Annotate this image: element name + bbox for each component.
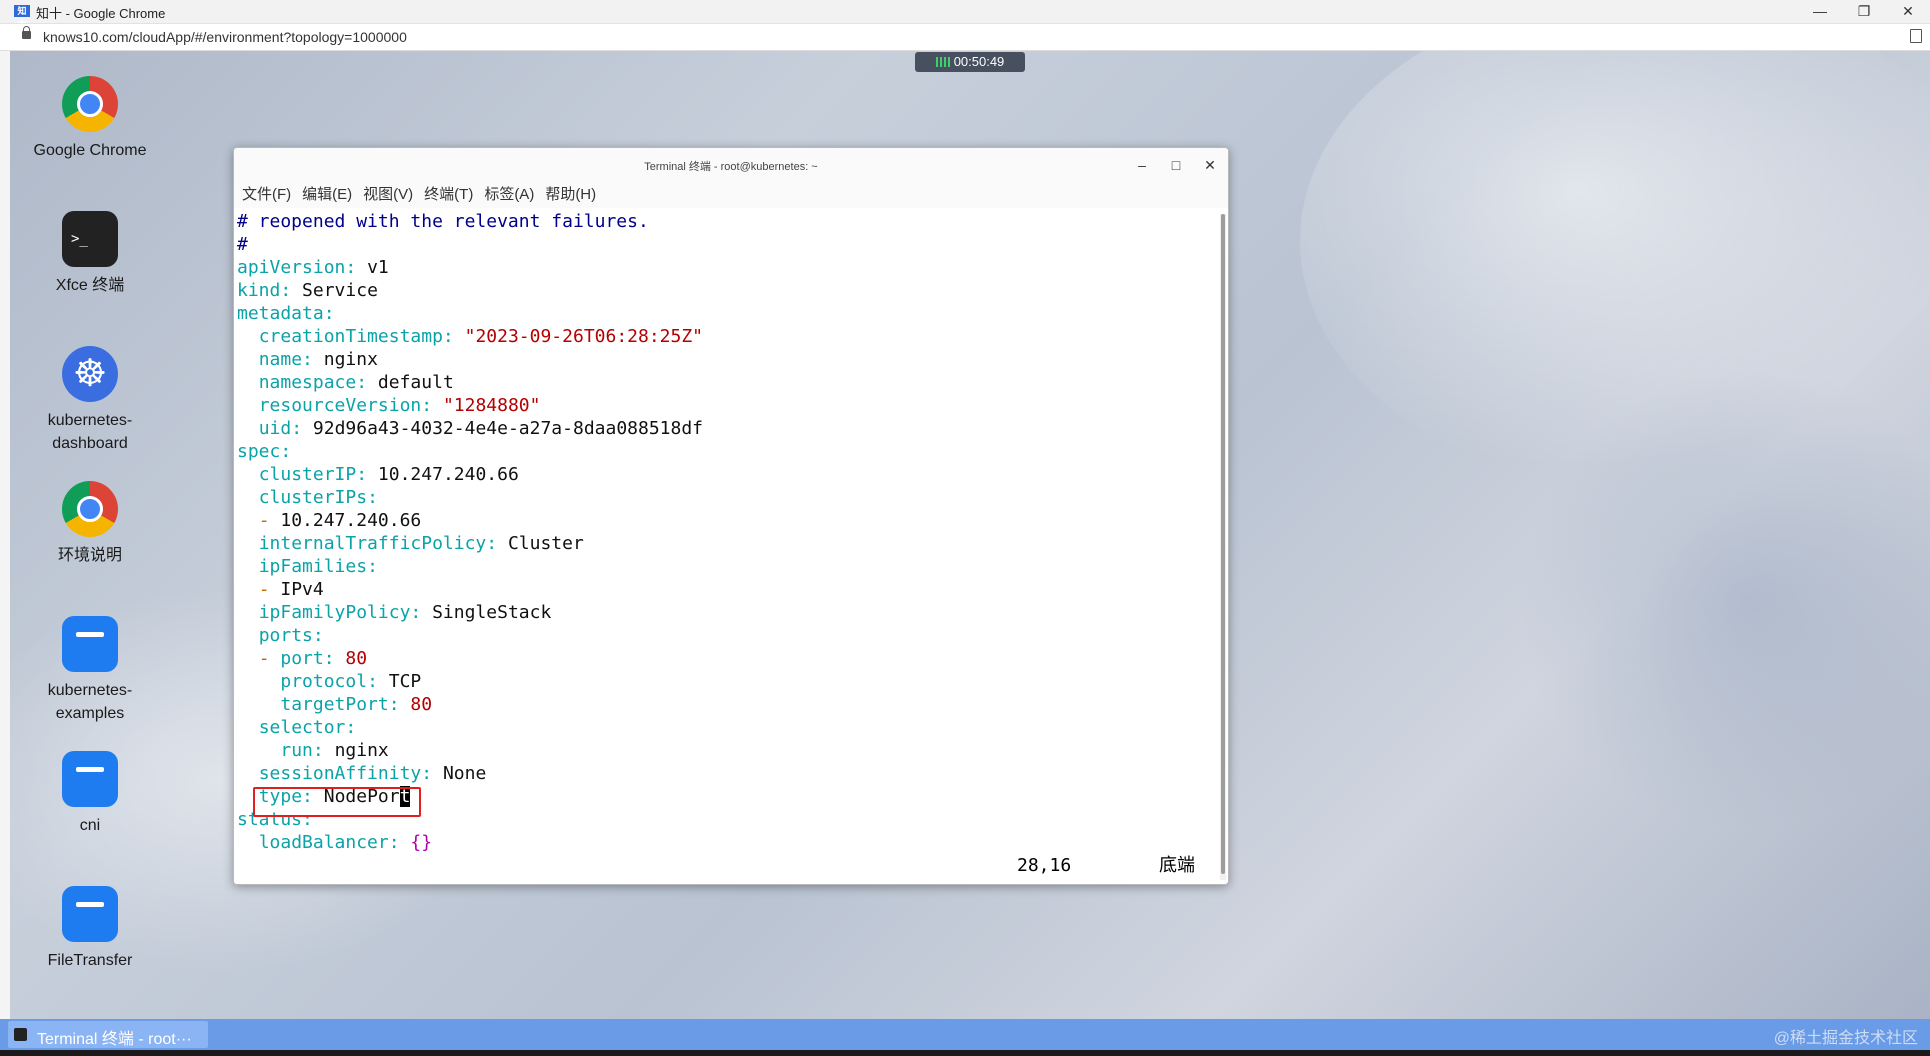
watermark: @稀土掘金技术社区 [1773,1030,1918,1047]
url-text[interactable]: knows10.com/cloudApp/#/environment?topol… [43,29,407,45]
close-icon[interactable]: ✕ [1886,0,1930,22]
code-line: loadBalancer: {} [258,832,433,853]
code-line: namespace: default [258,372,454,393]
taskbar: Terminal 终端 - root··· @稀土掘金技术社区 [0,1019,1930,1050]
desktop-icon-label: Google Chrome [33,142,147,159]
scrollbar-thumb[interactable] [1221,214,1225,874]
taskbar-item-label: Terminal 终端 - root··· [37,1031,192,1048]
annotation-highlight-box [253,787,421,817]
menu-help[interactable]: 帮助(H) [545,182,596,208]
desktop-icon-cni[interactable]: cni [18,751,162,837]
code-line: selector: [258,717,357,738]
desktop-icon-label: Xfce 终端 [55,277,125,294]
desktop-icon-xfce-terminal[interactable]: >_ Xfce 终端 [18,211,162,297]
menu-file[interactable]: 文件(F) [242,182,291,208]
terminal-menubar: 文件(F) 编辑(E) 视图(V) 终端(T) 标签(A) 帮助(H) [234,182,1228,208]
browser-titlebar: 知十 知十 - Google Chrome — ❐ ✕ [0,0,1930,28]
desktop-icon-label: cni [79,817,101,834]
desktop-icon-label: kubernetes- dashboard [47,412,133,452]
vim-status-line: 28,16 底端 [234,854,1218,877]
desktop-icon-label: kubernetes- examples [47,682,133,722]
code-line: ipFamilies: [258,556,378,577]
code-line: targetPort: 80 [280,694,433,715]
left-edge-strip [0,51,10,1019]
terminal-content[interactable]: # reopened with the relevant failures. #… [234,210,1218,884]
folder-icon [62,886,118,942]
menu-edit[interactable]: 编辑(E) [302,182,352,208]
bottom-bar [0,1050,1930,1056]
terminal-titlebar[interactable]: Terminal 终端 - root@kubernetes: ~ – □ ✕ [234,148,1228,182]
menu-terminal[interactable]: 终端(T) [424,182,473,208]
code-line: uid: 92d96a43-4032-4e4e-a27a-8daa088518d… [258,418,704,439]
code-line: # [237,234,248,255]
code-line: name: nginx [258,349,378,370]
desktop-icon-kubernetes-dashboard[interactable]: ☸ kubernetes- dashboard [18,346,162,455]
code-line: metadata: [237,303,335,324]
code-line: resourceVersion: "1284880" [258,395,541,416]
terminal-icon: >_ [62,211,118,267]
menu-view[interactable]: 视图(V) [363,182,413,208]
menu-tabs[interactable]: 标签(A) [484,182,534,208]
minimize-icon[interactable]: — [1798,0,1842,22]
folder-icon [62,616,118,672]
code-line: clusterIPs: [258,487,378,508]
kubernetes-icon: ☸ [62,346,118,402]
lock-icon [22,26,31,39]
session-timer: 00:50:49 [915,52,1025,72]
site-favicon-icon: 知十 [14,5,30,28]
close-icon[interactable]: ✕ [1199,156,1221,174]
desktop-icon-env-notes[interactable]: 环境说明 [18,481,162,567]
code-line: # reopened with the relevant failures. [237,211,649,232]
chrome-icon [62,76,118,132]
minimize-icon[interactable]: – [1131,156,1153,174]
chrome-icon [62,481,118,537]
code-line: - 10.247.240.66 [258,510,422,531]
terminal-icon [14,1028,27,1041]
folder-icon [62,751,118,807]
code-line: run: nginx [280,740,389,761]
extension-icon[interactable] [1910,29,1922,43]
code-line: ports: [258,625,324,646]
code-line: ipFamilyPolicy: SingleStack [258,602,552,623]
code-line: kind: Service [237,280,378,301]
timer-text: 00:50:49 [953,54,1005,69]
address-bar[interactable]: knows10.com/cloudApp/#/environment?topol… [0,24,1930,51]
code-line: - port: 80 [258,648,368,669]
desktop-icon-filetransfer[interactable]: FileTransfer [18,886,162,972]
restore-icon[interactable]: ❐ [1842,0,1886,22]
code-line: protocol: TCP [280,671,422,692]
code-line: spec: [237,441,292,462]
desktop-icon-google-chrome[interactable]: Google Chrome [18,76,162,162]
terminal-window[interactable]: Terminal 终端 - root@kubernetes: ~ – □ ✕ 文… [233,147,1229,885]
terminal-title: Terminal 终端 - root@kubernetes: ~ [644,161,818,173]
code-line: - IPv4 [258,579,324,600]
window-title: 知十 - Google Chrome [36,6,166,21]
code-line: internalTrafficPolicy: Cluster [258,533,584,554]
desktop-icon-label: 环境说明 [57,547,122,564]
maximize-icon[interactable]: □ [1165,156,1187,174]
code-line: creationTimestamp: "2023-09-26T06:28:25Z… [258,326,704,347]
desktop-icon-kubernetes-examples[interactable]: kubernetes- examples [18,616,162,725]
desktop-icon-label: FileTransfer [47,952,133,969]
scroll-position: 底端 [1159,855,1195,876]
taskbar-item-terminal[interactable]: Terminal 终端 - root··· [8,1021,208,1048]
code-line: apiVersion: v1 [237,257,389,278]
code-line: sessionAffinity: None [258,763,487,784]
code-line: clusterIP: 10.247.240.66 [258,464,519,485]
cursor-position: 28,16 [1017,855,1072,876]
signal-icon [935,57,950,67]
